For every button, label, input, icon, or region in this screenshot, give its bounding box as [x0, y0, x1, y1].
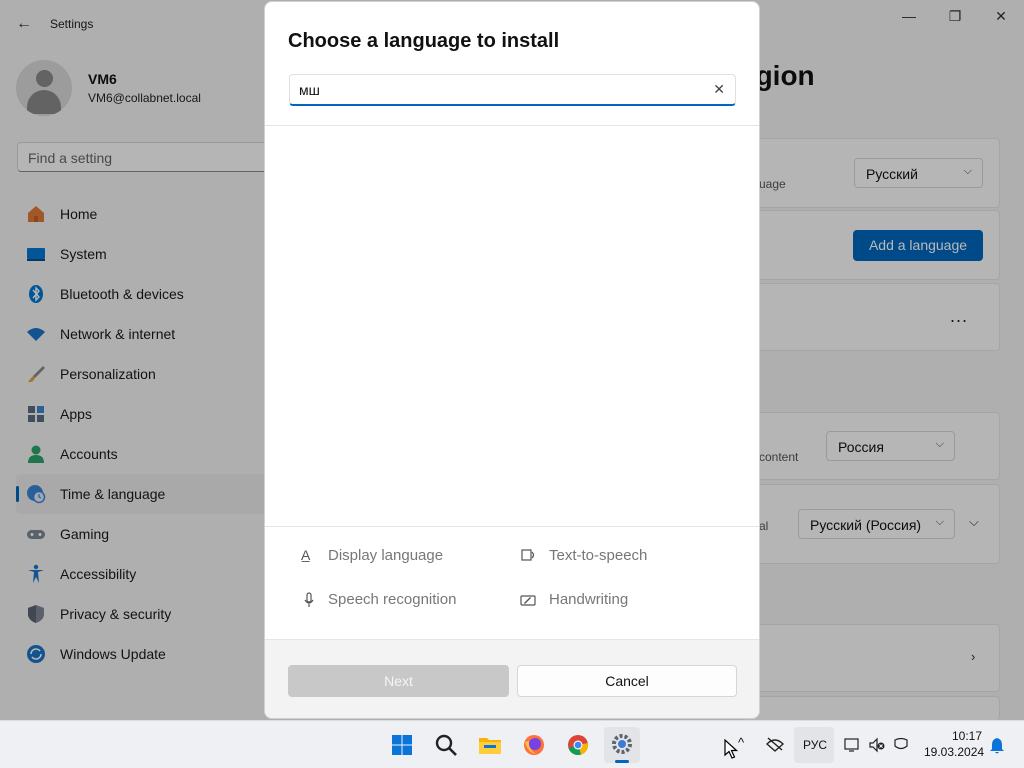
- dialog-footer: Next Cancel: [265, 639, 759, 718]
- clock-date[interactable]: 19.03.2024: [924, 745, 984, 759]
- feature-text-to-speech: Text-to-speech: [549, 547, 648, 564]
- feature-handwriting: Handwriting: [549, 591, 629, 608]
- vpn-icon[interactable]: [892, 737, 910, 753]
- network-offline-icon[interactable]: [766, 736, 784, 752]
- language-search-input[interactable]: [299, 81, 689, 99]
- display-icon[interactable]: [844, 737, 860, 753]
- text-to-speech-icon: [521, 549, 535, 561]
- choose-language-dialog: Choose a language to install ✕ A̲ Displa…: [264, 1, 760, 719]
- active-indicator: [615, 760, 629, 763]
- chrome-icon[interactable]: [560, 727, 596, 763]
- feature-display-language: Display language: [328, 547, 444, 564]
- dialog-title: Choose a language to install: [288, 30, 560, 52]
- search-icon[interactable]: [428, 727, 464, 763]
- settings-icon[interactable]: [604, 727, 640, 763]
- mouse-pointer-icon: [724, 739, 738, 759]
- taskbar: ^ РУС 10:17 19.03.2024: [0, 720, 1024, 768]
- input-language-button[interactable]: РУС: [794, 727, 834, 763]
- language-search-field[interactable]: ✕: [289, 74, 736, 106]
- firefox-icon[interactable]: [516, 727, 552, 763]
- divider: [265, 526, 759, 527]
- notification-bell-icon[interactable]: [989, 737, 1005, 755]
- cancel-button[interactable]: Cancel: [517, 665, 737, 697]
- volume-muted-icon[interactable]: [868, 737, 886, 753]
- handwriting-icon: [520, 595, 536, 606]
- windows-start-icon[interactable]: [384, 727, 420, 763]
- display-language-icon: A̲: [301, 547, 311, 563]
- show-hidden-icons-chevron[interactable]: ^: [738, 735, 744, 750]
- language-results-list: [265, 126, 759, 526]
- clear-icon[interactable]: ✕: [713, 81, 725, 98]
- input-language-label: РУС: [803, 738, 828, 752]
- feature-speech-recognition: Speech recognition: [328, 591, 457, 608]
- clock-time[interactable]: 10:17: [952, 729, 982, 743]
- file-explorer-icon[interactable]: [472, 727, 508, 763]
- next-button[interactable]: Next: [288, 665, 509, 697]
- microphone-icon: [304, 592, 314, 607]
